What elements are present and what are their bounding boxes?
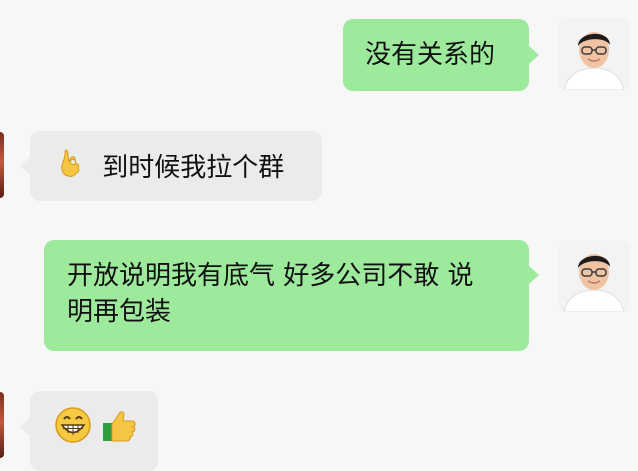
message-received bbox=[0, 0, 638, 471]
grinning-face-icon bbox=[55, 407, 91, 453]
thumbs-up-icon bbox=[101, 407, 137, 453]
bubble-tail bbox=[20, 418, 30, 436]
avatar[interactable] bbox=[0, 392, 4, 458]
message-bubble[interactable] bbox=[30, 391, 158, 471]
chat-message-list[interactable]: 没有关系的 到时候我拉个群 开放说明我有底气 好多公司不敢 说 明再包装 bbox=[0, 0, 638, 471]
